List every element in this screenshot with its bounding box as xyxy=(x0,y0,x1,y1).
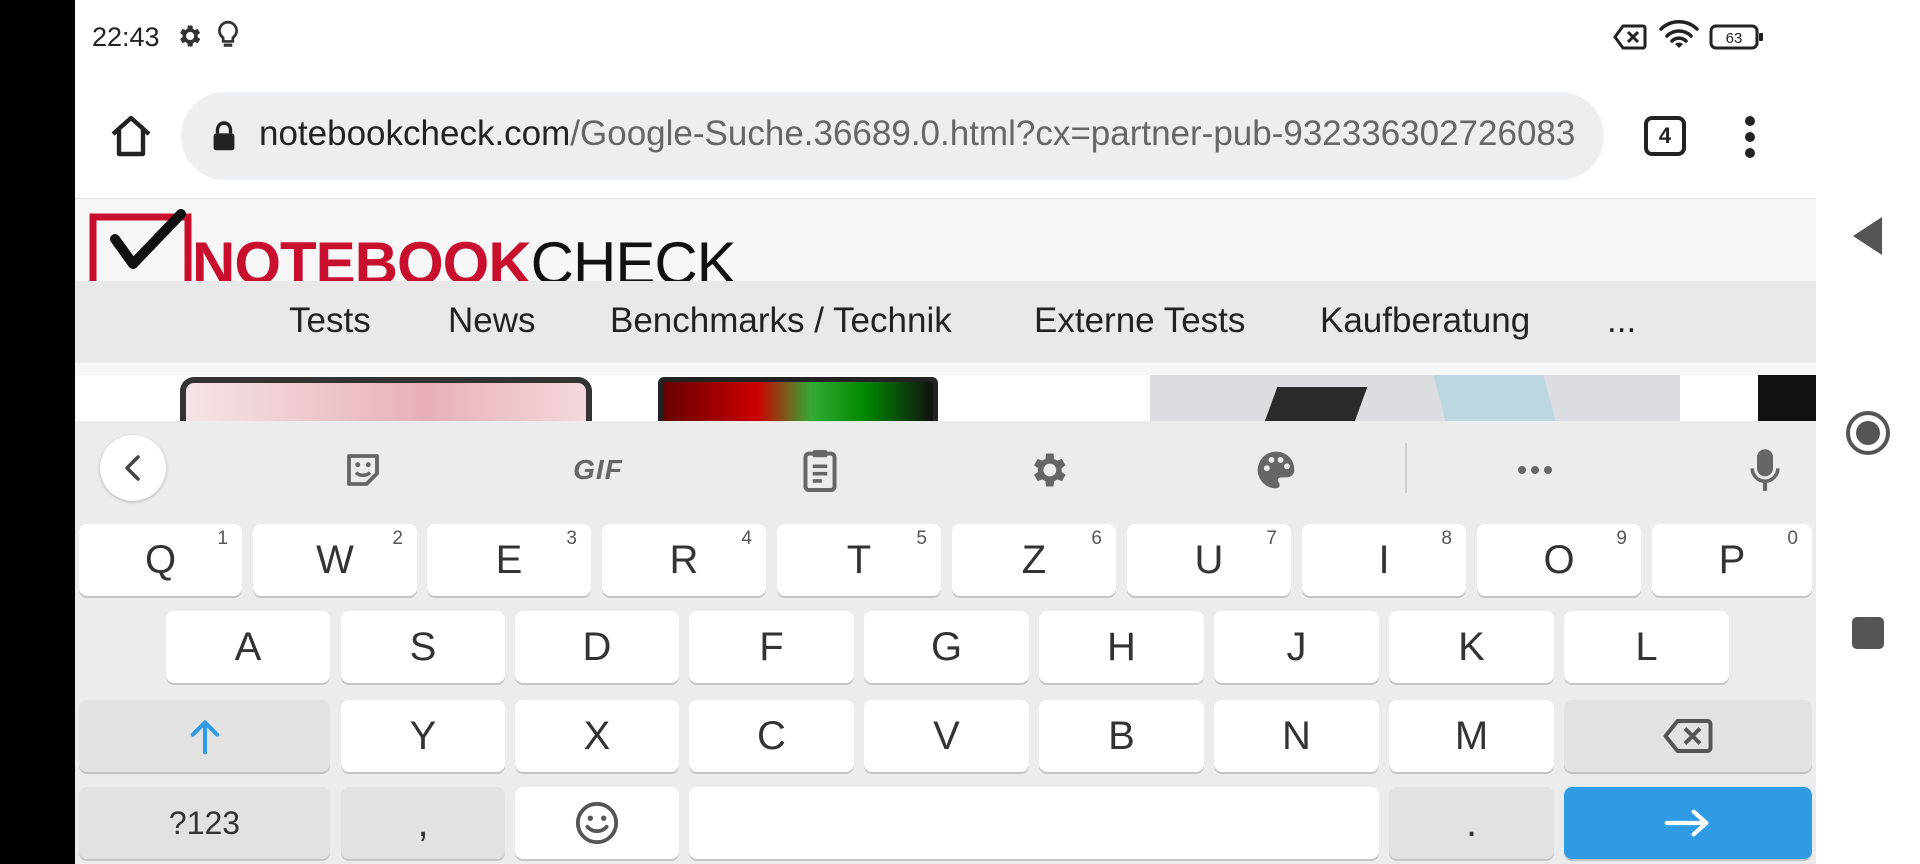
url-path: /Google-Suche.36689.0.html?cx=partner-pu… xyxy=(570,114,1576,153)
nav-item-externe-tests[interactable]: Externe Tests xyxy=(1034,301,1245,341)
enter-key[interactable] xyxy=(1564,787,1812,859)
site-nav-menu: Tests News Benchmarks / Technik Externe … xyxy=(75,281,1816,363)
key-r[interactable]: R4 xyxy=(602,524,766,596)
key-o[interactable]: O9 xyxy=(1477,524,1641,596)
home-icon xyxy=(111,115,151,157)
article-thumbnail[interactable] xyxy=(1150,375,1680,421)
triangle-back-icon xyxy=(1853,217,1882,255)
lock-icon xyxy=(211,120,237,157)
recents-button[interactable] xyxy=(1816,598,1920,668)
keyboard-toolbar: GIF xyxy=(75,421,1816,521)
gif-button[interactable]: GIF xyxy=(559,439,637,501)
palette-icon xyxy=(1257,451,1295,489)
url-text: notebookcheck.com/Google-Suche.36689.0.h… xyxy=(259,114,1575,154)
key-d[interactable]: D xyxy=(515,611,679,683)
nav-item-kaufberatung[interactable]: Kaufberatung xyxy=(1320,301,1530,341)
address-bar[interactable]: notebookcheck.com/Google-Suche.36689.0.h… xyxy=(181,92,1604,180)
article-thumbnails xyxy=(75,375,1816,421)
key-w[interactable]: W2 xyxy=(253,524,417,596)
keyboard-settings-button[interactable] xyxy=(1017,439,1079,501)
arrow-right-icon xyxy=(1664,809,1709,837)
wifi-icon xyxy=(1659,20,1699,57)
key-f[interactable]: F xyxy=(689,611,854,683)
key-m[interactable]: M xyxy=(1389,700,1554,772)
key-l[interactable]: L xyxy=(1564,611,1729,683)
status-bar: 22:43 63 xyxy=(75,0,1816,76)
nav-item-benchmarks[interactable]: Benchmarks / Technik xyxy=(610,301,952,341)
symbols-key[interactable]: ?123 xyxy=(79,787,330,859)
lightbulb-icon xyxy=(215,20,241,55)
sticker-button[interactable] xyxy=(332,439,394,501)
browser-toolbar: notebookcheck.com/Google-Suche.36689.0.h… xyxy=(75,76,1816,199)
chevron-left-icon xyxy=(125,455,140,481)
url-domain: notebookcheck.com xyxy=(259,114,571,153)
key-e[interactable]: E3 xyxy=(427,524,591,596)
sticker-icon xyxy=(347,454,379,486)
theme-button[interactable] xyxy=(1245,439,1307,501)
nav-item-news[interactable]: News xyxy=(448,301,536,341)
key-t[interactable]: T5 xyxy=(777,524,941,596)
keyboard-back-button[interactable] xyxy=(100,435,166,501)
microphone-icon xyxy=(1750,449,1780,491)
key-i[interactable]: I8 xyxy=(1302,524,1466,596)
tab-switcher-button[interactable]: 4 xyxy=(1644,116,1686,156)
on-screen-keyboard: GIF Q1 W2 E3 R4 T5 Z6 U7 I8 O9 P 0 A S D… xyxy=(75,421,1816,864)
clipboard-button[interactable] xyxy=(789,439,851,501)
gear-icon xyxy=(1034,453,1066,487)
key-y[interactable]: Y xyxy=(341,700,505,772)
article-thumbnail[interactable] xyxy=(130,375,605,421)
clipboard-icon xyxy=(803,450,837,492)
circle-home-icon xyxy=(1846,411,1890,455)
key-a[interactable]: A xyxy=(166,611,330,683)
article-thumbnail[interactable] xyxy=(623,375,1103,421)
article-thumbnail[interactable] xyxy=(1758,375,1816,421)
more-vertical-icon xyxy=(1745,116,1755,158)
smiley-icon xyxy=(575,801,619,845)
emoji-key[interactable] xyxy=(515,787,679,859)
phone-screen: 22:43 63 notebookcheck.com/Google-Suche.… xyxy=(75,0,1816,864)
more-options-button[interactable] xyxy=(1504,439,1566,501)
comma-key[interactable]: , xyxy=(341,787,505,859)
system-nav-bar xyxy=(1816,0,1920,864)
home-button[interactable] xyxy=(101,106,161,166)
key-s[interactable]: S xyxy=(341,611,505,683)
key-g[interactable]: G xyxy=(864,611,1029,683)
key-u[interactable]: U7 xyxy=(1127,524,1291,596)
key-n[interactable]: N xyxy=(1214,700,1379,772)
back-button[interactable] xyxy=(1816,201,1920,271)
browser-menu-button[interactable] xyxy=(1735,112,1765,162)
home-nav-button[interactable] xyxy=(1816,398,1920,468)
web-page: NOTEBOOKCHECK Tests News Benchmarks / Te… xyxy=(75,199,1816,421)
key-k[interactable]: K xyxy=(1389,611,1554,683)
key-x[interactable]: X xyxy=(515,700,679,772)
voice-input-button[interactable] xyxy=(1734,439,1796,501)
more-horizontal-icon xyxy=(1518,466,1552,474)
key-v[interactable]: V xyxy=(864,700,1029,772)
key-j[interactable]: J xyxy=(1214,611,1379,683)
period-key[interactable]: . xyxy=(1389,787,1554,859)
toolbar-divider xyxy=(1405,443,1407,493)
space-key[interactable] xyxy=(689,787,1379,859)
key-c[interactable]: C xyxy=(689,700,854,772)
battery-icon: 63 xyxy=(1709,24,1765,55)
backspace-key[interactable] xyxy=(1564,700,1812,772)
battery-level: 63 xyxy=(1726,30,1743,47)
shift-arrow-icon xyxy=(190,720,219,755)
status-time: 22:43 xyxy=(92,22,160,52)
square-recents-icon xyxy=(1852,617,1884,649)
key-b[interactable]: B xyxy=(1039,700,1204,772)
nav-item-tests[interactable]: Tests xyxy=(289,301,371,341)
nav-item-more[interactable]: ... xyxy=(1607,301,1636,341)
key-q[interactable]: Q1 xyxy=(79,524,242,596)
settings-icon xyxy=(175,22,203,55)
key-h[interactable]: H xyxy=(1039,611,1204,683)
key-p[interactable]: P0 xyxy=(1652,524,1812,596)
key-z[interactable]: Z6 xyxy=(952,524,1116,596)
backspace-icon xyxy=(1663,719,1713,753)
shift-key[interactable] xyxy=(79,700,330,772)
no-sim-icon xyxy=(1613,24,1647,55)
